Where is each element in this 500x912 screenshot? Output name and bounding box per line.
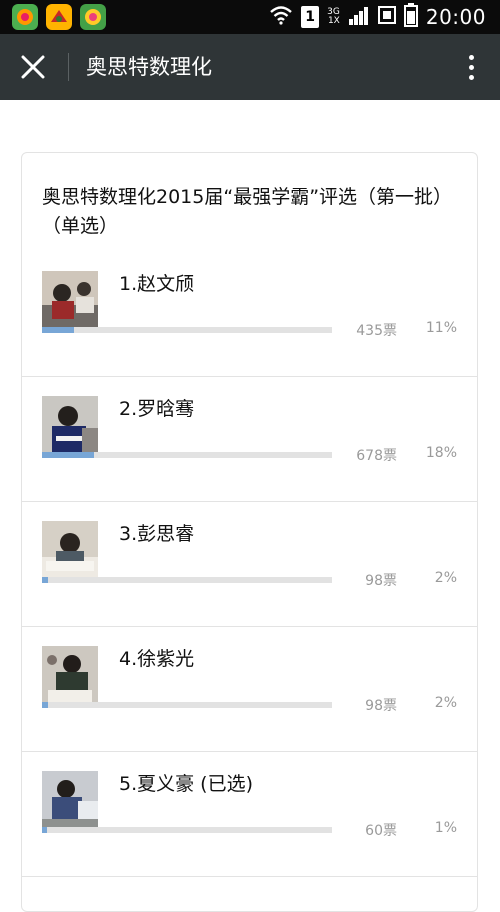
signal-icon [348, 5, 370, 29]
app-icon [46, 4, 72, 30]
poll-title: 奥思特数理化2015届“最强学霸”评选（第一批）（单选） [42, 186, 453, 237]
vote-count: 60票 [365, 823, 397, 839]
title-bar: 奥思特数理化 [0, 34, 500, 100]
battery-icon [403, 3, 418, 31]
more-button[interactable] [456, 46, 486, 88]
vote-percent: 18% [425, 445, 457, 461]
more-vertical-icon [468, 54, 474, 60]
candidate-photo [42, 271, 98, 327]
vote-percent: 2% [434, 570, 457, 586]
option-label: 4.徐紫光 [119, 648, 195, 670]
vote-count: 435票 [356, 323, 397, 339]
vote-bar-fill [42, 827, 48, 833]
close-icon [21, 55, 45, 79]
option-label: 3.彭思睿 [119, 523, 195, 545]
vote-count: 98票 [365, 573, 397, 589]
option-label: 5.夏义豪 (已选) [119, 773, 253, 795]
vote-bar [42, 702, 332, 708]
page-title: 奥思特数理化 [86, 55, 212, 79]
vote-bar-fill [42, 702, 48, 708]
vote-bar [42, 327, 332, 333]
poll-option[interactable]: 2.罗晗骞 678票 18% [22, 378, 477, 502]
vote-bar [42, 827, 332, 833]
app-icon [80, 4, 106, 30]
vote-bar-fill [42, 452, 95, 458]
vote-count: 98票 [365, 698, 397, 714]
vote-percent: 2% [434, 695, 457, 711]
app-icon [12, 4, 38, 30]
poll-option[interactable]: 5.夏义豪 (已选) 60票 1% [22, 753, 477, 877]
status-bar: 1 3G 1X 20:00 [0, 0, 500, 34]
poll-option[interactable]: 4.徐紫光 98票 2% [22, 628, 477, 752]
poll-card: 奥思特数理化2015届“最强学霸”评选（第一批）（单选） 1.赵文颀 435票 … [21, 152, 478, 912]
vote-bar-fill [42, 577, 48, 583]
sim-icon: 1 [301, 6, 320, 28]
title-divider [68, 53, 69, 81]
status-icons: 1 3G 1X 20:00 [269, 0, 486, 34]
vote-count: 678票 [356, 448, 397, 464]
status-time: 20:00 [425, 5, 486, 29]
candidate-photo [42, 771, 98, 827]
vote-percent: 11% [425, 320, 457, 336]
vote-bar [42, 577, 332, 583]
network-type: 3G 1X [327, 8, 340, 26]
vote-percent: 1% [434, 820, 457, 836]
candidate-photo [42, 646, 98, 702]
vote-bar-fill [42, 327, 74, 333]
data-icon [377, 5, 396, 29]
option-label: 2.罗晗骞 [119, 398, 195, 420]
poll-option[interactable]: 3.彭思睿 98票 2% [22, 503, 477, 627]
candidate-photo [42, 396, 98, 452]
candidate-photo [42, 521, 98, 577]
close-button[interactable] [12, 46, 54, 88]
poll-option[interactable]: 1.赵文颀 435票 11% [22, 253, 477, 377]
wifi-icon [269, 5, 293, 29]
network-bottom-label: 1X [327, 16, 340, 26]
vote-bar [42, 452, 332, 458]
option-label: 1.赵文颀 [119, 273, 195, 295]
